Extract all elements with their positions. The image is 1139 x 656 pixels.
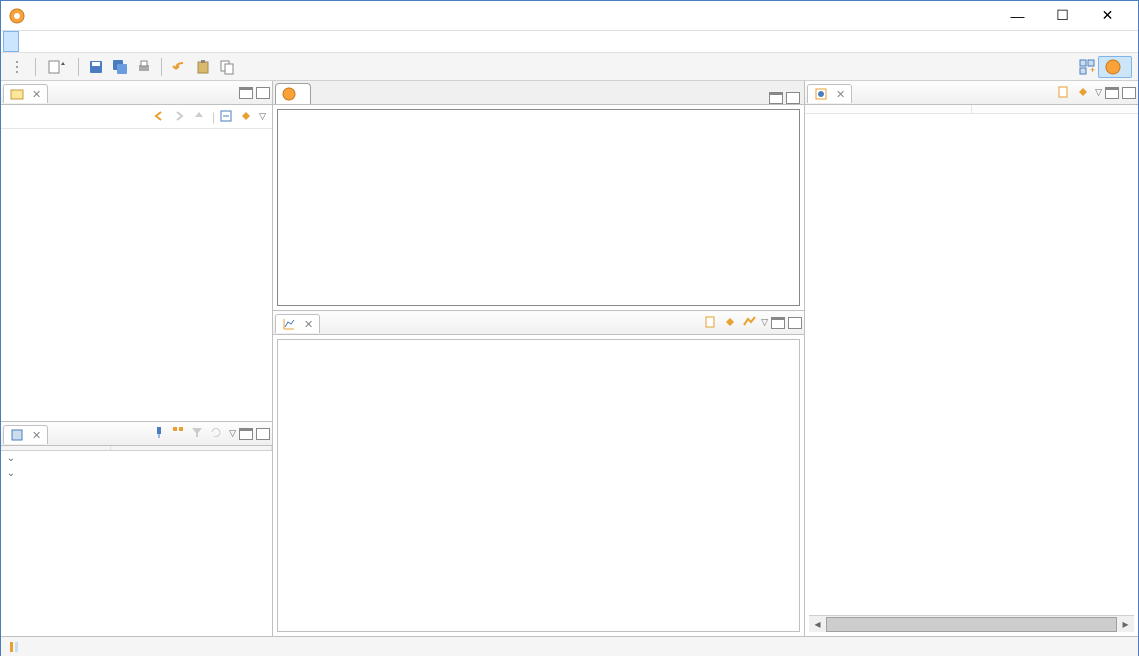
- analysis-icon: [814, 87, 828, 101]
- paste-button[interactable]: [192, 56, 214, 78]
- view-menu-icon[interactable]: ▽: [259, 111, 266, 122]
- maximize-button[interactable]: ☐: [1040, 2, 1085, 30]
- minimize-view-button[interactable]: [1105, 87, 1119, 99]
- data-analysis-icon: [1105, 59, 1121, 75]
- properties-table: ⌄ ⌄: [1, 446, 272, 636]
- save-button[interactable]: [85, 56, 107, 78]
- status-bar: [1, 636, 1138, 656]
- view-menu-icon[interactable]: ▽: [1095, 87, 1102, 98]
- menu-help[interactable]: [67, 31, 83, 52]
- link-icon[interactable]: [1076, 85, 1092, 101]
- main-toolbar: +: [1, 53, 1138, 81]
- navigator-icon: [10, 87, 24, 101]
- xyplot-header: ✕ ▽: [273, 311, 804, 335]
- navigator-tab[interactable]: ✕: [3, 84, 48, 103]
- up-icon[interactable]: [192, 109, 208, 125]
- properties-tab[interactable]: ✕: [3, 425, 48, 444]
- close-view-icon[interactable]: ✕: [32, 88, 41, 101]
- navigator-toolbar: | ▽: [1, 105, 272, 129]
- analysis-header: ✕ ▽: [805, 81, 1138, 105]
- line-style-icon[interactable]: [742, 315, 758, 331]
- minimize-button[interactable]: —: [995, 2, 1040, 30]
- menu-file[interactable]: [3, 31, 19, 52]
- link-editor-icon[interactable]: [239, 109, 255, 125]
- app-icon: [9, 8, 25, 24]
- close-view-icon[interactable]: ✕: [304, 318, 313, 331]
- lap-icon: [282, 87, 296, 101]
- maximize-view-button[interactable]: [1122, 87, 1136, 99]
- undo-button[interactable]: [168, 56, 190, 78]
- open-perspective-button[interactable]: +: [1076, 56, 1098, 78]
- col-property: [1, 446, 111, 450]
- editor-tree[interactable]: [277, 109, 800, 306]
- print-button[interactable]: [133, 56, 155, 78]
- navigator-header: ✕: [1, 81, 272, 105]
- minimize-view-button[interactable]: [239, 87, 253, 99]
- status-icon: [7, 640, 21, 654]
- menu-window[interactable]: [51, 31, 67, 52]
- navigator-tree[interactable]: [1, 129, 272, 421]
- chart-icon: [282, 317, 296, 331]
- analysis-table: [805, 105, 1138, 615]
- menu-bar: [1, 31, 1138, 53]
- menu-run[interactable]: [35, 31, 51, 52]
- maximize-view-button[interactable]: [256, 428, 270, 440]
- properties-icon: [10, 428, 24, 442]
- maximize-view-button[interactable]: [788, 317, 802, 329]
- collapse-all-icon[interactable]: [219, 109, 235, 125]
- chart-area[interactable]: [277, 339, 800, 632]
- new-button[interactable]: [42, 56, 72, 78]
- copy-button[interactable]: [216, 56, 238, 78]
- minimize-editor-button[interactable]: [769, 92, 783, 104]
- close-button[interactable]: ✕: [1085, 2, 1130, 30]
- perspective-data-analysis[interactable]: [1098, 56, 1132, 78]
- menu-edit[interactable]: [19, 31, 35, 52]
- view-menu-icon[interactable]: ▽: [761, 317, 768, 328]
- title-bar: — ☐ ✕: [1, 1, 1138, 31]
- col-value: [111, 446, 272, 450]
- restore-icon[interactable]: [210, 426, 226, 442]
- close-view-icon[interactable]: ✕: [32, 429, 41, 442]
- back-icon[interactable]: [152, 109, 168, 125]
- forward-icon[interactable]: [172, 109, 188, 125]
- properties-header: ✕ ▽: [1, 422, 272, 446]
- editor-tab-msa[interactable]: [275, 83, 311, 104]
- close-view-icon[interactable]: ✕: [836, 88, 845, 101]
- analysis-tab[interactable]: ✕: [807, 84, 852, 103]
- categories-icon[interactable]: [172, 426, 188, 442]
- maximize-view-button[interactable]: [256, 87, 270, 99]
- minimize-view-button[interactable]: [239, 428, 253, 440]
- analysis-scrollbar[interactable]: ◂ ▸: [809, 615, 1134, 632]
- save-all-button[interactable]: [109, 56, 131, 78]
- analysis-col-title: [805, 105, 972, 113]
- group-label[interactable]: ⌄: [1, 451, 272, 466]
- copy-chart-icon[interactable]: [704, 315, 720, 331]
- filter-icon[interactable]: [191, 426, 207, 442]
- view-menu-icon[interactable]: ▽: [229, 428, 236, 439]
- group-metadata[interactable]: ⌄: [1, 466, 272, 481]
- xyplot-tab[interactable]: ✕: [275, 314, 320, 333]
- minimize-view-button[interactable]: [771, 317, 785, 329]
- handle-icon: [7, 56, 29, 78]
- link-icon[interactable]: [723, 315, 739, 331]
- analysis-col-value: [972, 105, 1138, 113]
- svg-text:+: +: [1090, 65, 1095, 75]
- pin-icon[interactable]: [153, 426, 169, 442]
- editor-tabs: [273, 81, 804, 105]
- copy-icon[interactable]: [1057, 85, 1073, 101]
- maximize-editor-button[interactable]: [786, 92, 800, 104]
